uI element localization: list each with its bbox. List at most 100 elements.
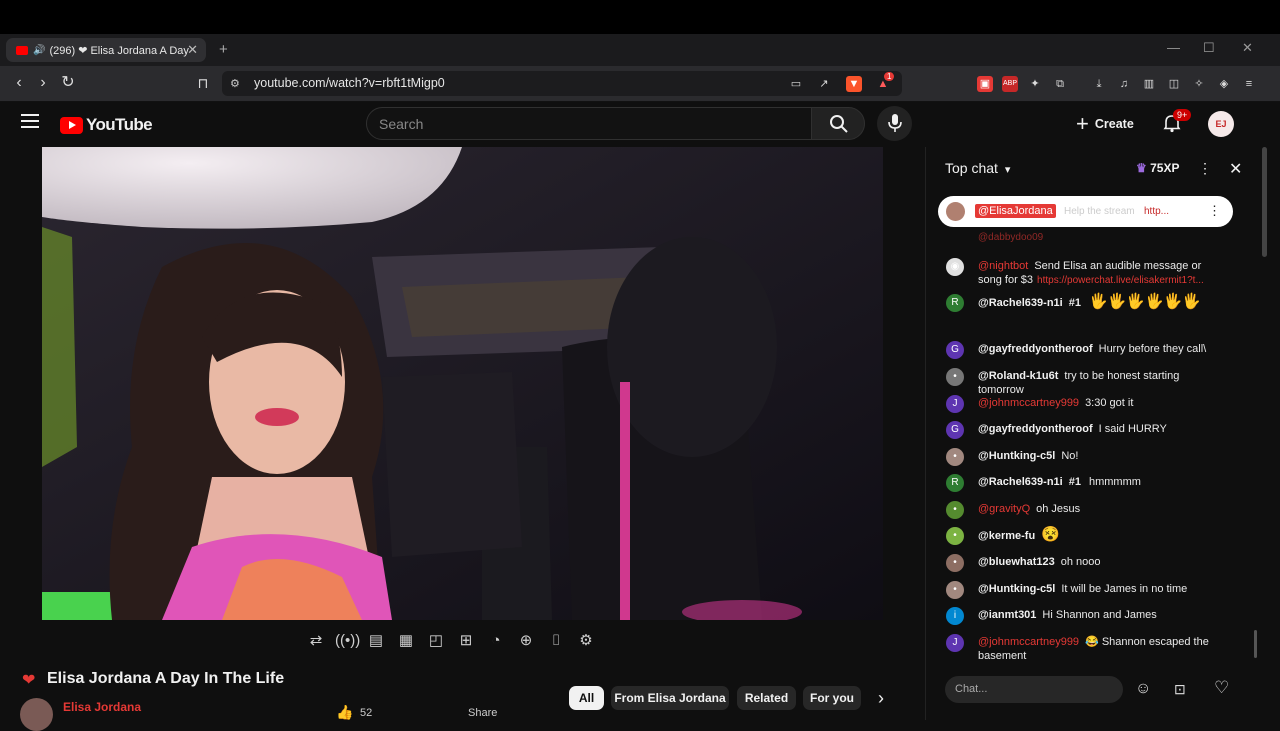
chat-link[interactable]: https://powerchat.live/elisakermit1?t... (1037, 275, 1204, 286)
chat-avatar[interactable]: G (946, 341, 964, 359)
chat-mode-dropdown[interactable]: Top chat ▾ (945, 160, 1010, 176)
xp-badge[interactable]: ♛ 75XP (1136, 161, 1179, 175)
extensions-icon[interactable]: ✦ (1027, 76, 1043, 92)
theater-icon[interactable]: ◰ (425, 630, 447, 652)
chat-author[interactable]: @kerme-fu (978, 530, 1035, 542)
chat-avatar[interactable]: • (946, 501, 964, 519)
chat-avatar[interactable]: G (946, 421, 964, 439)
chat-avatar[interactable]: • (946, 368, 964, 386)
chat-avatar[interactable]: • (946, 448, 964, 466)
camera-icon[interactable]: ⌷ (545, 630, 567, 652)
forward-button[interactable]: › (32, 72, 54, 94)
chat-message: @Roland-k1u6t try to be honest starting t… (978, 369, 1228, 397)
channel-name[interactable]: Elisa Jordana (63, 700, 141, 714)
ai-icon[interactable]: ✧ (1191, 76, 1207, 92)
chat-avatar[interactable]: • (946, 527, 964, 545)
sidebar-icon[interactable]: ▥ (1141, 76, 1157, 92)
brave-shield-icon[interactable]: ▼ (846, 76, 862, 92)
chat-author[interactable]: @gravityQ (978, 503, 1030, 515)
minimize-button[interactable]: — (1167, 40, 1180, 55)
pinned-link[interactable]: http... (1144, 206, 1169, 217)
reload-button[interactable]: ↻ (57, 72, 79, 94)
search-input[interactable]: Search (366, 107, 812, 140)
maximize-button[interactable]: ☐ (1203, 40, 1215, 56)
pinned-more-icon[interactable]: ⋮ (1208, 203, 1221, 219)
chat-author[interactable]: @nightbot (978, 260, 1028, 272)
share-label[interactable]: Share (468, 707, 497, 719)
new-tab-button[interactable]: + (219, 41, 228, 58)
screenshot-tool-icon[interactable]: ▤ (365, 630, 387, 652)
chat-author[interactable]: @ianmt301 (978, 609, 1036, 621)
account-avatar-text: EJ (1215, 119, 1227, 129)
chat-avatar[interactable]: R (946, 474, 964, 492)
chat-avatar[interactable]: ◉ (946, 258, 964, 276)
vpn-icon[interactable]: ◈ (1216, 76, 1232, 92)
clip-icon[interactable]: ▦ (395, 630, 417, 652)
music-icon[interactable]: ♫ (1116, 76, 1132, 92)
chat-author[interactable]: @johnmccartney999 (978, 636, 1079, 648)
close-window-button[interactable]: ✕ (1242, 40, 1253, 56)
channel-avatar[interactable] (20, 698, 53, 731)
voice-search-button[interactable] (877, 106, 912, 141)
pinned-message[interactable]: @ElisaJordana Help the stream http... ⋮ (938, 196, 1233, 227)
share-icon[interactable]: ↗ (816, 76, 832, 92)
loop-icon[interactable]: ⇄ (305, 630, 327, 652)
youtube-logo[interactable]: YouTube (60, 115, 153, 135)
like-icon[interactable]: 👍 (336, 704, 353, 721)
notifications-button[interactable]: 9+ (1162, 109, 1192, 135)
site-settings-icon[interactable]: ⚙ (230, 77, 240, 90)
adblock-icon[interactable]: ABP (1002, 76, 1018, 92)
heart-reaction-icon[interactable]: ♡ (1214, 678, 1229, 698)
super-chat-icon[interactable]: ⊡ (1174, 681, 1186, 698)
audio-icon[interactable]: 🔊 (33, 45, 45, 56)
emoji-icon[interactable]: ☺ (1135, 680, 1151, 698)
chat-avatar[interactable]: • (946, 554, 964, 572)
chat-avatar[interactable]: • (946, 581, 964, 599)
filter-chip-from-channel[interactable]: From Elisa Jordana (611, 686, 729, 710)
menu-icon[interactable]: ≡ (1241, 76, 1257, 92)
page-scrollbar[interactable] (1262, 147, 1267, 257)
chat-author[interactable]: @bluewhat123 (978, 556, 1055, 568)
miniplayer-icon[interactable]: ⊞ (455, 630, 477, 652)
chat-avatar[interactable]: J (946, 634, 964, 652)
filter-chip-for-you[interactable]: For you (803, 686, 861, 710)
chat-author[interactable]: @johnmccartney999 (978, 397, 1079, 409)
settings-gear-icon[interactable]: ⚙ (575, 630, 597, 652)
chevron-right-icon[interactable]: › (878, 688, 884, 709)
chat-more-icon[interactable]: ⋮ (1198, 160, 1212, 177)
filter-chip-all[interactable]: All (569, 686, 604, 710)
screenshot-icon[interactable]: ⧉ (1052, 76, 1068, 92)
search-button[interactable] (811, 107, 865, 140)
chat-avatar[interactable]: J (946, 395, 964, 413)
chat-scrollbar[interactable] (1254, 630, 1257, 658)
chat-author[interactable]: @Roland-k1u6t (978, 370, 1058, 382)
speed-icon[interactable]: ◔ (485, 630, 507, 652)
download-icon[interactable]: ⤓ (1091, 76, 1107, 92)
wallet-icon[interactable]: ◫ (1166, 76, 1182, 92)
chat-avatar[interactable]: R (946, 294, 964, 312)
chat-author[interactable]: @Rachel639-n1i (978, 297, 1063, 309)
chat-input[interactable]: Chat... (945, 676, 1123, 703)
crown-icon: ♛ (1136, 161, 1147, 175)
live-icon[interactable]: ((•)) (335, 630, 360, 652)
account-avatar[interactable]: EJ (1208, 111, 1234, 137)
tab-close-icon[interactable]: ✕ (187, 42, 198, 58)
chat-author[interactable]: @gayfreddyontheroof (978, 343, 1093, 355)
browser-tab[interactable]: 🔊 (296) ❤ Elisa Jordana A Day ✕ (6, 38, 206, 62)
back-button[interactable]: ‹ (8, 72, 30, 94)
create-button[interactable]: + Create (1076, 110, 1134, 138)
hamburger-menu-icon[interactable] (21, 114, 39, 128)
chat-avatar[interactable]: i (946, 607, 964, 625)
chat-close-icon[interactable]: ✕ (1229, 159, 1242, 179)
chat-author[interactable]: @gayfreddyontheroof (978, 423, 1093, 435)
chat-author[interactable]: @Huntking-c5l (978, 450, 1055, 462)
chat-author[interactable]: @Rachel639-n1i (978, 476, 1063, 488)
bookmark-icon[interactable]: ⊓ (192, 72, 214, 94)
video-player[interactable] (42, 147, 883, 620)
filter-chip-related[interactable]: Related (737, 686, 796, 710)
cast-icon[interactable]: ▭ (788, 76, 804, 92)
extension-red-icon[interactable]: ▣ (977, 76, 993, 92)
chat-author[interactable]: @Huntking-c5l (978, 583, 1055, 595)
url-text[interactable]: youtube.com/watch?v=rbft1tMigp0 (254, 76, 445, 90)
add-icon[interactable]: ⊕ (515, 630, 537, 652)
